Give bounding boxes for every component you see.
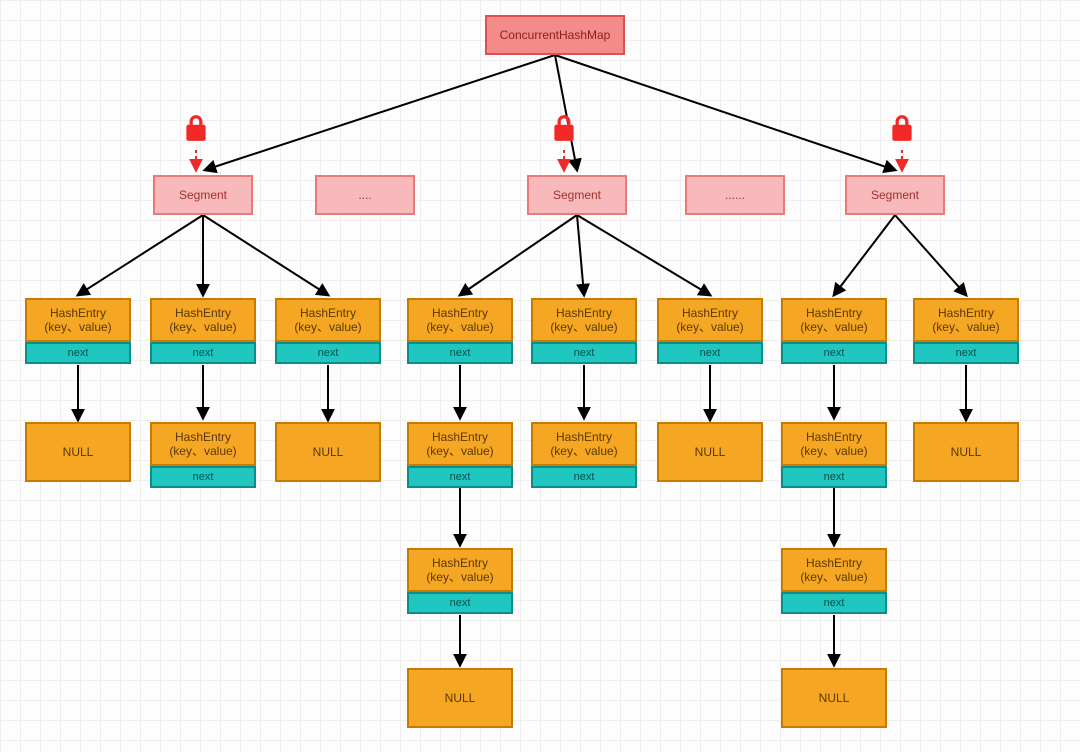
- hash-entry: HashEntry (key、value): [275, 298, 381, 342]
- next-pointer: next: [275, 342, 381, 364]
- hash-entry: HashEntry (key、value): [657, 298, 763, 342]
- entry-title: HashEntry: [300, 306, 356, 320]
- segment-node: Segment: [527, 175, 627, 215]
- entry-title: HashEntry: [806, 306, 862, 320]
- next-pointer: next: [407, 342, 513, 364]
- entry-title: HashEntry: [556, 430, 612, 444]
- entry-sub: (key、value): [426, 444, 493, 458]
- null-node: NULL: [25, 422, 131, 482]
- next-pointer: next: [913, 342, 1019, 364]
- hash-entry: HashEntry (key、value): [531, 298, 637, 342]
- entry-title: HashEntry: [50, 306, 106, 320]
- hash-entry: HashEntry (key、value): [781, 548, 887, 592]
- lock-icon: [889, 113, 915, 148]
- hash-entry: HashEntry (key、value): [913, 298, 1019, 342]
- entry-sub: (key、value): [44, 320, 111, 334]
- next-pointer: next: [150, 466, 256, 488]
- next-pointer: next: [781, 342, 887, 364]
- entry-title: HashEntry: [938, 306, 994, 320]
- entry-sub: (key、value): [550, 444, 617, 458]
- connectors: [0, 0, 1080, 752]
- null-node: NULL: [781, 668, 887, 728]
- lock-icon: [183, 113, 209, 148]
- entry-sub: (key、value): [426, 320, 493, 334]
- null-node: NULL: [275, 422, 381, 482]
- next-pointer: next: [407, 466, 513, 488]
- entry-sub: (key、value): [932, 320, 999, 334]
- next-pointer: next: [407, 592, 513, 614]
- hash-entry: HashEntry (key、value): [781, 298, 887, 342]
- hash-entry: HashEntry (key、value): [531, 422, 637, 466]
- hash-entry: HashEntry (key、value): [407, 548, 513, 592]
- entry-title: HashEntry: [432, 306, 488, 320]
- next-pointer: next: [657, 342, 763, 364]
- entry-sub: (key、value): [676, 320, 743, 334]
- hash-entry: HashEntry (key、value): [407, 298, 513, 342]
- next-pointer: next: [781, 592, 887, 614]
- entry-sub: (key、value): [294, 320, 361, 334]
- entry-title: HashEntry: [175, 306, 231, 320]
- entry-sub: (key、value): [550, 320, 617, 334]
- entry-sub: (key、value): [800, 320, 867, 334]
- entry-title: HashEntry: [556, 306, 612, 320]
- segment-node: Segment: [845, 175, 945, 215]
- entry-title: HashEntry: [806, 556, 862, 570]
- next-pointer: next: [781, 466, 887, 488]
- entry-title: HashEntry: [432, 556, 488, 570]
- entry-sub: (key、value): [169, 320, 236, 334]
- entry-title: HashEntry: [806, 430, 862, 444]
- entry-sub: (key、value): [426, 570, 493, 584]
- segment-ellipsis: ......: [685, 175, 785, 215]
- segment-node: Segment: [153, 175, 253, 215]
- hash-entry: HashEntry (key、value): [25, 298, 131, 342]
- lock-icon: [551, 113, 577, 148]
- next-pointer: next: [25, 342, 131, 364]
- null-node: NULL: [407, 668, 513, 728]
- entry-sub: (key、value): [169, 444, 236, 458]
- root-node: ConcurrentHashMap: [485, 15, 625, 55]
- entry-title: HashEntry: [175, 430, 231, 444]
- next-pointer: next: [531, 466, 637, 488]
- hash-entry: HashEntry (key、value): [781, 422, 887, 466]
- entry-title: HashEntry: [432, 430, 488, 444]
- null-node: NULL: [657, 422, 763, 482]
- hash-entry: HashEntry (key、value): [407, 422, 513, 466]
- hash-entry: HashEntry (key、value): [150, 298, 256, 342]
- next-pointer: next: [150, 342, 256, 364]
- segment-ellipsis: ....: [315, 175, 415, 215]
- next-pointer: next: [531, 342, 637, 364]
- entry-sub: (key、value): [800, 444, 867, 458]
- entry-sub: (key、value): [800, 570, 867, 584]
- entry-title: HashEntry: [682, 306, 738, 320]
- hash-entry: HashEntry (key、value): [150, 422, 256, 466]
- null-node: NULL: [913, 422, 1019, 482]
